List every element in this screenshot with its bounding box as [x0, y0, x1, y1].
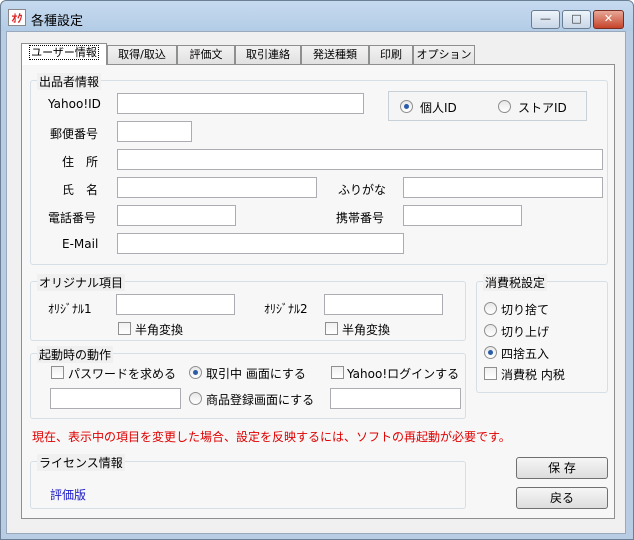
restart-warning: 現在、表示中の項目を変更した場合、設定を反映するには、ソフトの再起動が必要です。	[32, 430, 511, 444]
title-bar: ｵｸ 各種設定 — □ ✕	[1, 1, 633, 32]
startup-group: 起動時の動作	[30, 346, 466, 419]
back-button[interactable]: 戻る	[516, 487, 608, 509]
license-value: 評価版	[50, 488, 87, 502]
trading-screen-label: 取引中 画面にする	[206, 367, 306, 381]
phone-field[interactable]	[117, 205, 236, 226]
yahoo-login-checkbox[interactable]	[331, 366, 344, 379]
listing-screen-label: 商品登録画面にする	[206, 393, 315, 407]
trading-screen-radio[interactable]	[189, 366, 202, 379]
phone-label: 電話番号	[48, 211, 97, 225]
password-checkbox[interactable]	[51, 366, 64, 379]
tax-included-checkbox[interactable]	[484, 367, 497, 380]
tab-options[interactable]: オプション	[413, 45, 475, 64]
personal-id-radio[interactable]	[400, 100, 413, 113]
mobile-field[interactable]	[403, 205, 522, 226]
name-field[interactable]	[117, 177, 317, 198]
license-label: ライセンス情報	[37, 454, 125, 471]
name-label: 氏 名	[62, 183, 99, 197]
email-field[interactable]	[117, 233, 404, 254]
original2-field[interactable]	[324, 294, 443, 315]
app-icon: ｵｸ	[8, 9, 26, 26]
original1-field[interactable]	[116, 294, 235, 315]
maximize-button[interactable]: □	[562, 10, 591, 29]
password-label: パスワードを求める	[68, 367, 177, 381]
listing-screen-radio[interactable]	[189, 392, 202, 405]
tax-truncate-label: 切り捨て	[501, 303, 550, 317]
tab-fetch-import[interactable]: 取得/取込	[107, 45, 177, 64]
address-field[interactable]	[117, 149, 603, 170]
store-id-label: ストアID	[518, 101, 567, 115]
tax-included-label: 消費税 内税	[501, 368, 565, 382]
tab-user-info[interactable]: ユーザー情報	[21, 43, 107, 65]
postal-code-field[interactable]	[117, 121, 192, 142]
tax-truncate-radio[interactable]	[484, 302, 497, 315]
close-button[interactable]: ✕	[593, 10, 624, 29]
tab-trade-contact[interactable]: 取引連絡	[235, 45, 301, 64]
tab-shipping-types[interactable]: 発送種類	[301, 45, 369, 64]
postal-code-label: 郵便番号	[50, 127, 99, 141]
store-id-radio[interactable]	[498, 100, 511, 113]
original-items-label: オリジナル項目	[37, 274, 126, 291]
address-label: 住 所	[62, 155, 99, 169]
startup-label: 起動時の動作	[37, 346, 114, 363]
yahoo-id-label: Yahoo!ID	[48, 97, 101, 111]
password-field[interactable]	[50, 388, 181, 409]
mobile-label: 携帯番号	[336, 211, 385, 225]
halfwidth1-label: 半角変換	[135, 323, 184, 337]
tax-roundup-radio[interactable]	[484, 324, 497, 337]
save-button[interactable]: 保 存	[516, 457, 608, 479]
yahoo-login-field[interactable]	[330, 388, 461, 409]
furigana-field[interactable]	[403, 177, 603, 198]
yahoo-id-field[interactable]	[117, 93, 364, 114]
yahoo-login-label: Yahoo!ログインする	[347, 367, 460, 381]
personal-id-label: 個人ID	[420, 101, 457, 115]
license-group: ライセンス情報	[30, 454, 466, 509]
halfwidth2-label: 半角変換	[342, 323, 391, 337]
original1-label: ｵﾘｼﾞﾅﾙ1	[48, 302, 92, 316]
original2-label: ｵﾘｼﾞﾅﾙ2	[264, 302, 308, 316]
tax-round-radio[interactable]	[484, 346, 497, 359]
seller-info-label: 出品者情報	[37, 73, 102, 90]
minimize-button[interactable]: —	[531, 10, 560, 29]
halfwidth2-checkbox[interactable]	[325, 322, 338, 335]
tab-print[interactable]: 印刷	[369, 45, 413, 64]
window-title: 各種設定	[31, 14, 84, 29]
email-label: E-Mail	[62, 237, 99, 251]
tab-review-text[interactable]: 評価文	[177, 45, 235, 64]
furigana-label: ふりがな	[338, 183, 387, 197]
tax-roundup-label: 切り上げ	[501, 325, 550, 339]
tax-label: 消費税設定	[483, 274, 548, 291]
tax-round-label: 四捨五入	[501, 347, 550, 361]
halfwidth1-checkbox[interactable]	[118, 322, 131, 335]
